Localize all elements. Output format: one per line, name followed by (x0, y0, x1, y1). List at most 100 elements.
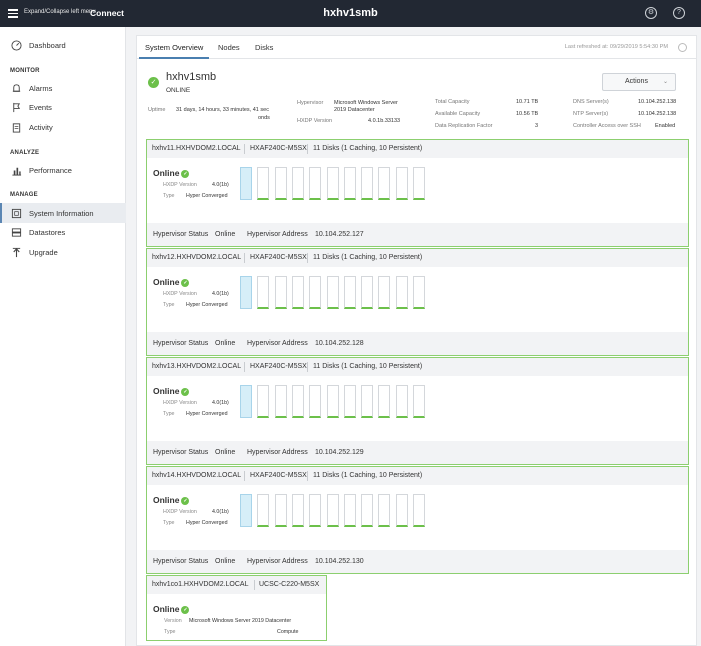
hypervisor-value-wrap: 2019 Datacenter (334, 107, 375, 113)
persistent-disk-slot[interactable] (413, 494, 425, 527)
persistent-disk-slot[interactable] (361, 276, 374, 309)
persistent-disk-slot[interactable] (343, 276, 356, 309)
tab-system-overview[interactable]: System Overview (139, 36, 210, 59)
persistent-disk-slot[interactable] (413, 385, 425, 418)
tab-nodes[interactable]: Nodes (212, 36, 246, 59)
compute-node-model: UCSC-C220-M5SX (259, 581, 320, 588)
node-card[interactable]: hxhv11.HXHVDOM2.LOCAL HXAF240C-M5SX 11 D… (146, 139, 689, 247)
header-divider (244, 471, 245, 481)
persistent-disk-slot[interactable] (395, 385, 408, 418)
persistent-disk-slot[interactable] (257, 385, 270, 418)
uptime-value-wrap: onds (258, 115, 270, 121)
persistent-disk-slot[interactable] (274, 385, 287, 418)
persistent-disk-slot[interactable] (309, 276, 322, 309)
sidebar-item-events[interactable]: Events (0, 97, 126, 117)
persistent-disk-slot[interactable] (257, 276, 270, 309)
persistent-disk-slot[interactable] (291, 385, 304, 418)
persistent-disk-slot[interactable] (343, 494, 356, 527)
caching-disk-slot[interactable] (240, 494, 252, 527)
chevron-down-icon: ⌄ (662, 79, 668, 85)
persistent-disk-slot[interactable] (326, 494, 339, 527)
persistent-disk-slot[interactable] (378, 494, 391, 527)
persistent-disk-slot[interactable] (378, 276, 391, 309)
sidebar-item-upgrade[interactable]: Upgrade (0, 242, 126, 262)
hypervisor-address-value: 10.104.252.130 (315, 558, 364, 565)
hypervisor-address-value: 10.104.252.127 (315, 231, 364, 238)
persistent-disk-slot[interactable] (413, 276, 425, 309)
node-type-value: Hyper Converged (186, 520, 228, 526)
node-footer: Hypervisor Status Online Hypervisor Addr… (147, 441, 688, 464)
persistent-disk-slot[interactable] (291, 167, 304, 200)
persistent-disk-slot[interactable] (326, 276, 339, 309)
hypervisor-status-value: Online (215, 340, 236, 347)
hamburger-menu-icon[interactable] (8, 7, 18, 19)
sidebar-item-datastores[interactable]: Datastores (0, 222, 126, 242)
settings-icon[interactable]: ⚙ (645, 7, 657, 19)
refresh-icon[interactable] (678, 43, 687, 52)
actions-dropdown[interactable]: Actions ⌄ (602, 73, 676, 91)
hypervisor-status-value: Online (215, 558, 236, 565)
actions-label: Actions (625, 78, 648, 85)
sidebar: Dashboard MONITOR Alarms Events Activity… (0, 27, 126, 646)
persistent-disk-slot[interactable] (361, 167, 374, 200)
node-hostname: hxhv12.HXHVDOM2.LOCAL (152, 254, 242, 261)
monitor-section-label: MONITOR (10, 68, 40, 74)
bell-icon (12, 83, 21, 92)
persistent-disk-slot[interactable] (395, 494, 408, 527)
persistent-disk-slot[interactable] (291, 494, 304, 527)
persistent-disk-slot[interactable] (395, 276, 408, 309)
header-divider (307, 471, 308, 481)
header-divider (244, 362, 245, 372)
sidebar-item-label: Performance (29, 165, 72, 175)
persistent-disk-slot[interactable] (343, 385, 356, 418)
node-card[interactable]: hxhv12.HXHVDOM2.LOCAL HXAF240C-M5SX 11 D… (146, 248, 689, 356)
persistent-disk-slot[interactable] (361, 494, 374, 527)
sidebar-item-dashboard[interactable]: Dashboard (0, 35, 126, 55)
persistent-disk-slot[interactable] (257, 167, 270, 200)
tab-disks[interactable]: Disks (249, 36, 279, 59)
flag-icon (13, 102, 21, 112)
ntp-servers-label: NTP Server(s) (573, 111, 609, 117)
persistent-disk-slot[interactable] (291, 276, 304, 309)
persistent-disk-slot[interactable] (343, 167, 356, 200)
node-hxdp-value: 4.0(1b) (212, 182, 229, 188)
persistent-disk-slot[interactable] (378, 167, 391, 200)
sidebar-item-system-information[interactable]: System Information (0, 203, 126, 223)
persistent-disk-slot[interactable] (378, 385, 391, 418)
caching-disk-slot[interactable] (240, 276, 252, 309)
total-capacity-value: 10.71 TB (516, 99, 539, 105)
hypervisor-status-label: Hypervisor Status (153, 231, 209, 238)
persistent-disk-slot[interactable] (361, 385, 374, 418)
online-check-icon: ✓ (181, 170, 190, 178)
node-status: Online ✓ (153, 386, 190, 396)
online-check-icon: ✓ (181, 388, 190, 396)
persistent-disk-slot[interactable] (257, 494, 270, 527)
compute-node-hostname: hxhv1co1.HXHVDOM2.LOCAL (152, 581, 249, 588)
persistent-disk-slot[interactable] (326, 385, 339, 418)
node-hxdp-value: 4.0(1b) (212, 291, 229, 297)
persistent-disk-slot[interactable] (309, 167, 322, 200)
persistent-disk-slot[interactable] (274, 494, 287, 527)
node-model: HXAF240C-M5SX (250, 254, 307, 261)
sidebar-item-performance[interactable]: Performance (0, 160, 126, 180)
persistent-disk-slot[interactable] (274, 167, 287, 200)
persistent-disk-slot[interactable] (326, 167, 339, 200)
bar-chart-icon (12, 167, 22, 176)
sidebar-item-label: System Information (29, 208, 94, 218)
persistent-disk-slot[interactable] (274, 276, 287, 309)
persistent-disk-slot[interactable] (309, 385, 322, 418)
top-bar: Expand/Collapse left menu Connect hxhv1s… (0, 0, 701, 27)
sidebar-item-activity[interactable]: Activity (0, 117, 126, 137)
node-card[interactable]: hxhv14.HXHVDOM2.LOCAL HXAF240C-M5SX 11 D… (146, 466, 689, 574)
persistent-disk-slot[interactable] (309, 494, 322, 527)
caching-disk-slot[interactable] (240, 167, 252, 200)
persistent-disk-slot[interactable] (395, 167, 408, 200)
caching-disk-slot[interactable] (240, 385, 252, 418)
node-card[interactable]: hxhv13.HXHVDOM2.LOCAL HXAF240C-M5SX 11 D… (146, 357, 689, 465)
sidebar-item-alarms[interactable]: Alarms (0, 78, 126, 98)
compute-node-card[interactable]: hxhv1co1.HXHVDOM2.LOCAL UCSC-C220-M5SX O… (146, 575, 327, 641)
node-hxdp-value: 4.0(1b) (212, 509, 229, 515)
sidebar-item-label: Datastores (29, 227, 66, 237)
persistent-disk-slot[interactable] (413, 167, 425, 200)
help-icon[interactable]: ? (673, 7, 685, 19)
